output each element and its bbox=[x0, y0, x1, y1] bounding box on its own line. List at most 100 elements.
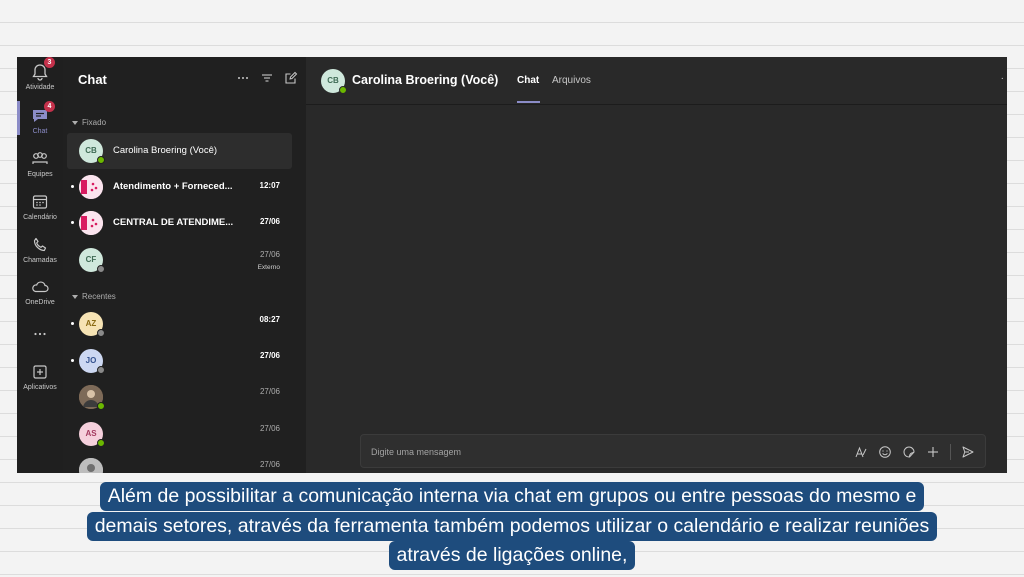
chat-time: 08:27 bbox=[259, 315, 280, 324]
app-bar-label: Chamadas bbox=[23, 257, 57, 264]
caption-line: demais setores, através da ferramenta ta… bbox=[86, 511, 938, 541]
chat-time: 27/06 bbox=[259, 424, 280, 433]
external-label: Externo bbox=[257, 264, 280, 271]
app-bar-label: Chat bbox=[32, 128, 48, 135]
app-bar-item-calendar[interactable]: Calendário bbox=[17, 191, 63, 231]
chat-time: 12:07 bbox=[259, 181, 280, 190]
chat-time: 27/06 bbox=[259, 217, 280, 226]
composer-toolbar bbox=[854, 444, 975, 460]
app-bar-item-activity[interactable]: 3 Atividade bbox=[17, 57, 63, 101]
phone-icon bbox=[29, 234, 51, 256]
avatar: CB bbox=[321, 69, 347, 94]
app-bar-item-apps[interactable]: Aplicativos bbox=[17, 361, 63, 401]
chevron-down-icon bbox=[72, 294, 78, 299]
caption-line: através de ligações online, bbox=[388, 541, 636, 570]
sticker-icon[interactable] bbox=[902, 445, 916, 459]
app-bar-label: Equipes bbox=[27, 171, 53, 178]
avatar: AS bbox=[79, 422, 105, 447]
subtitle-caption: Além de possibilitar a comunicação inter… bbox=[0, 482, 1024, 571]
chat-name: CENTRAL DE ATENDIME... bbox=[113, 217, 234, 228]
calendar-icon bbox=[29, 191, 51, 213]
chat-list-item[interactable]: 27/06 bbox=[67, 452, 292, 473]
presence-offline-icon bbox=[97, 329, 105, 337]
chat-list-item[interactable]: JO 27/06 bbox=[67, 343, 292, 379]
group-avatar bbox=[79, 211, 103, 235]
bell-icon: 3 bbox=[29, 57, 55, 83]
avatar: CB bbox=[79, 139, 105, 164]
presence-online-icon bbox=[339, 86, 347, 94]
chat-list-title: Chat bbox=[78, 72, 107, 87]
app-bar-label: Calendário bbox=[23, 214, 57, 221]
more-options-icon[interactable] bbox=[236, 71, 250, 85]
section-recent[interactable]: Recentes bbox=[72, 292, 116, 301]
caption-line: Além de possibilitar a comunicação inter… bbox=[99, 482, 925, 511]
app-bar: 3 Atividade 4 Chat Equipes Calendário Ch… bbox=[17, 57, 63, 473]
header-more-icon[interactable]: · bbox=[1001, 73, 1004, 84]
message-composer bbox=[360, 434, 986, 468]
teams-icon bbox=[29, 148, 51, 170]
add-icon[interactable] bbox=[926, 445, 940, 459]
chat-list-item[interactable]: Atendimento + Forneced... 12:07 bbox=[67, 169, 292, 205]
unread-dot bbox=[71, 359, 74, 362]
message-input[interactable] bbox=[371, 444, 831, 460]
chat-list-item[interactable]: CENTRAL DE ATENDIME... 27/06 bbox=[67, 205, 292, 241]
photo-avatar bbox=[79, 385, 105, 410]
tab-files[interactable]: Arquivos bbox=[552, 75, 591, 86]
chat-list-item[interactable]: AZ 08:27 bbox=[67, 306, 292, 342]
presence-offline-icon bbox=[97, 265, 105, 273]
presence-online-icon bbox=[97, 402, 105, 410]
avatar: JO bbox=[79, 349, 105, 374]
app-bar-label: OneDrive bbox=[25, 299, 55, 306]
conversation-pane: CB Carolina Broering (Você) Chat Arquivo… bbox=[306, 57, 1007, 473]
photo-avatar bbox=[79, 458, 103, 473]
app-bar-label: Aplicativos bbox=[23, 384, 57, 391]
section-pinned[interactable]: Fixado bbox=[72, 118, 106, 127]
send-icon[interactable] bbox=[961, 445, 975, 459]
app-bar-item-chat[interactable]: 4 Chat bbox=[17, 101, 63, 145]
app-bar-label: Atividade bbox=[25, 84, 55, 91]
unread-dot bbox=[71, 185, 74, 188]
notebook-paper-background bbox=[0, 0, 1024, 57]
chat-list-item[interactable]: CF 27/06 Externo bbox=[67, 242, 292, 278]
divider bbox=[950, 444, 951, 460]
conversation-header: CB Carolina Broering (Você) Chat Arquivo… bbox=[306, 57, 1007, 105]
presence-online-icon bbox=[97, 439, 105, 447]
presence-offline-icon bbox=[97, 366, 105, 374]
app-bar-item-calls[interactable]: Chamadas bbox=[17, 234, 63, 274]
group-avatar bbox=[79, 175, 103, 199]
format-icon[interactable] bbox=[854, 445, 868, 459]
chat-time: 27/06 bbox=[259, 250, 280, 259]
emoji-icon[interactable] bbox=[878, 445, 892, 459]
app-bar-item-more[interactable] bbox=[17, 323, 63, 363]
chat-name: Carolina Broering (Você) bbox=[113, 145, 218, 156]
chat-list-item[interactable]: 27/06 bbox=[67, 379, 292, 415]
cloud-icon bbox=[29, 276, 51, 298]
chat-list-item[interactable]: AS 27/06 bbox=[67, 416, 292, 452]
chat-time: 27/06 bbox=[259, 460, 280, 469]
chat-list-item[interactable]: CB Carolina Broering (Você) bbox=[67, 133, 292, 169]
chat-list-pane: Chat Fixado CB Carolina Broering (Você) bbox=[63, 57, 306, 473]
app-bar-item-teams[interactable]: Equipes bbox=[17, 148, 63, 188]
chat-time: 27/06 bbox=[259, 351, 280, 360]
more-icon bbox=[29, 323, 51, 345]
tab-chat[interactable]: Chat bbox=[517, 75, 539, 86]
avatar: AZ bbox=[79, 312, 105, 337]
section-label: Recentes bbox=[82, 292, 116, 301]
avatar: CF bbox=[79, 248, 105, 273]
chat-icon: 4 bbox=[29, 101, 55, 127]
teams-window: 3 Atividade 4 Chat Equipes Calendário Ch… bbox=[17, 57, 1007, 473]
add-app-icon bbox=[29, 361, 51, 383]
section-label: Fixado bbox=[82, 118, 107, 127]
unread-dot bbox=[71, 322, 74, 325]
chat-list-toolbar bbox=[236, 71, 298, 85]
activity-badge: 3 bbox=[44, 57, 55, 68]
chat-time: 27/06 bbox=[259, 387, 280, 396]
chat-name: Atendimento + Forneced... bbox=[113, 181, 233, 192]
conversation-title: Carolina Broering (Você) bbox=[352, 73, 499, 87]
app-bar-item-onedrive[interactable]: OneDrive bbox=[17, 276, 63, 316]
chat-badge: 4 bbox=[44, 101, 55, 112]
unread-dot bbox=[71, 221, 74, 224]
filter-icon[interactable] bbox=[260, 71, 274, 85]
presence-online-icon bbox=[97, 156, 105, 164]
new-chat-icon[interactable] bbox=[284, 71, 298, 85]
